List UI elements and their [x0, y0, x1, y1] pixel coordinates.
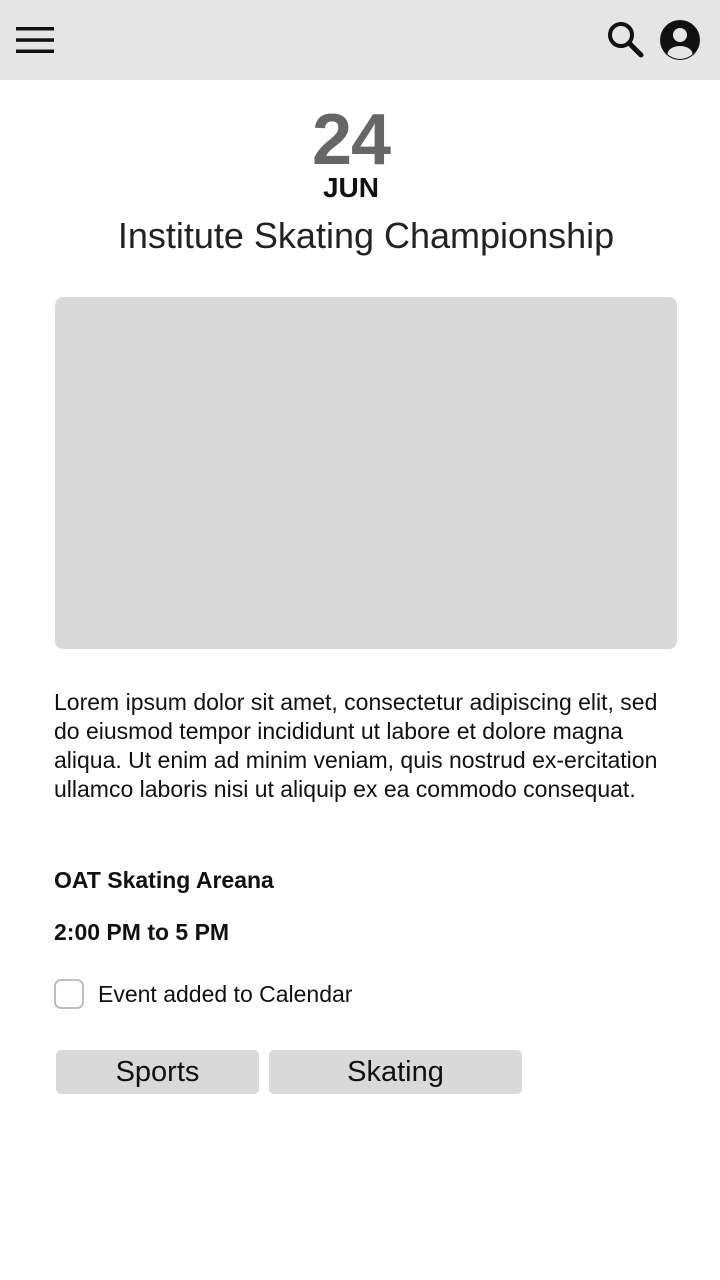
event-title: Institute Skating Championship	[117, 215, 615, 256]
event-day: 24	[311, 100, 391, 180]
hamburger-menu-icon	[16, 27, 54, 53]
event-venue: OAT Skating Areana	[54, 867, 274, 893]
event-description: Lorem ipsum dolor sit amet, consectetur …	[54, 689, 658, 802]
event-month: JUN	[322, 172, 379, 203]
calendar-label: Event added to Calendar	[98, 981, 353, 1007]
tag-sports[interactable]: Sports	[56, 1050, 259, 1094]
account-button[interactable]	[656, 16, 704, 64]
account-circle-icon	[660, 20, 700, 60]
app-bar	[0, 0, 720, 80]
event-image-placeholder	[55, 297, 677, 649]
event-time: 2:00 PM to 5 PM	[54, 919, 230, 945]
menu-button[interactable]	[10, 18, 60, 62]
tag-skating[interactable]: Skating	[269, 1050, 522, 1094]
search-button[interactable]	[602, 16, 650, 64]
calendar-checkbox[interactable]	[54, 979, 84, 1009]
search-icon	[608, 22, 644, 58]
calendar-toggle[interactable]: Event added to Calendar	[54, 978, 352, 1010]
